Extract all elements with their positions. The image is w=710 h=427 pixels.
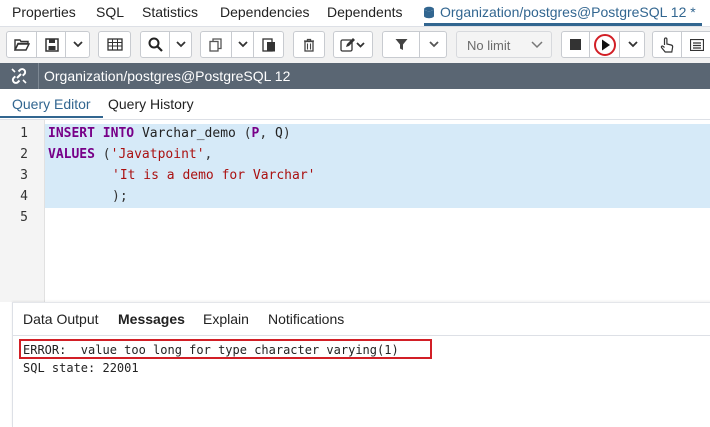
extra-button-group — [652, 31, 710, 58]
tab-dependencies[interactable]: Dependencies — [220, 4, 310, 20]
tab-query-editor[interactable]: Query Editor — [0, 96, 103, 118]
execute-button-group — [561, 31, 645, 58]
chevron-down-icon — [627, 41, 638, 48]
sql-keyword: INSERT — [48, 126, 95, 141]
sql-state-message: SQL state: 22001 — [23, 361, 139, 375]
sql-editor[interactable]: 1 2 3 4 5 INSERT INTO Varchar_demo (P, Q… — [0, 120, 710, 302]
stop-icon — [570, 39, 581, 50]
table-icon — [106, 38, 123, 51]
row-limit-select[interactable]: No limit — [456, 31, 552, 58]
connection-status-button[interactable] — [0, 63, 39, 89]
database-icon — [423, 6, 435, 22]
filter-dropdown-button[interactable] — [419, 32, 447, 57]
code-line-4: ); — [112, 189, 128, 204]
execute-dropdown-button[interactable] — [619, 32, 645, 57]
line-number: 4 — [20, 189, 28, 204]
explain-button[interactable] — [653, 32, 681, 57]
clipboard-button-group — [200, 31, 284, 58]
punctuation: , — [259, 126, 268, 141]
file-button-group — [6, 31, 90, 58]
copy-button[interactable] — [201, 32, 231, 57]
filter-button-group — [382, 31, 447, 58]
cancel-query-button[interactable] — [562, 32, 589, 57]
chevron-down-icon — [428, 41, 439, 48]
chevron-down-icon — [238, 41, 248, 48]
filter-icon — [395, 39, 407, 50]
save-dropdown-button[interactable] — [65, 32, 90, 57]
save-icon — [44, 37, 59, 52]
find-dropdown-button[interactable] — [169, 32, 192, 57]
tab-sql[interactable]: SQL — [96, 4, 124, 20]
tab-query-tool[interactable]: Organization/postgres@PostgreSQL 12 * — [424, 4, 702, 26]
punctuation: ( — [243, 126, 252, 141]
folder-open-icon — [13, 38, 30, 51]
filter-button[interactable] — [383, 32, 419, 57]
line-number: 3 — [20, 168, 28, 183]
connection-title[interactable]: Organization/postgres@PostgreSQL 12 — [44, 68, 290, 84]
edit-icon — [340, 37, 365, 52]
tab-properties[interactable]: Properties — [12, 4, 76, 20]
tab-explain[interactable]: Explain — [203, 311, 249, 327]
save-file-button[interactable] — [36, 32, 66, 57]
punctuation: , — [204, 147, 213, 162]
string-literal: 'It is a demo for Varchar' — [112, 168, 316, 183]
copy-icon — [209, 37, 222, 52]
code-line-2: VALUES ('Javatpoint', — [48, 147, 212, 162]
punctuation: ); — [112, 189, 128, 204]
tab-query-history[interactable]: Query History — [108, 96, 194, 112]
find-button-group — [140, 31, 192, 58]
table-name: Varchar_demo — [141, 126, 236, 141]
code-line-3: 'It is a demo for Varchar' — [112, 168, 316, 183]
commit-button[interactable] — [681, 32, 710, 57]
punctuation: ( — [102, 147, 111, 162]
paste-icon — [262, 38, 275, 52]
tab-data-output[interactable]: Data Output — [23, 311, 99, 327]
chevron-down-icon — [176, 41, 186, 48]
column-name: Q — [275, 126, 283, 141]
chevron-down-icon — [531, 41, 543, 49]
results-panel: Data Output Messages Explain Notificatio… — [12, 302, 710, 427]
play-icon — [594, 33, 616, 56]
line-number-gutter: 1 2 3 4 5 — [0, 120, 45, 302]
delete-row-button[interactable] — [294, 32, 324, 57]
trash-icon — [304, 38, 314, 52]
find-button[interactable] — [141, 32, 169, 57]
tab-messages[interactable]: Messages — [118, 311, 185, 327]
edit-button[interactable] — [334, 32, 372, 57]
string-literal: 'Javatpoint' — [110, 147, 205, 162]
code-line-1: INSERT INTO Varchar_demo (P, Q) — [48, 126, 291, 141]
punctuation: ) — [282, 126, 291, 141]
line-number: 1 — [20, 126, 28, 141]
chevron-down-icon — [73, 41, 83, 48]
sql-keyword: VALUES — [48, 147, 95, 162]
row-limit-value: No limit — [467, 38, 511, 53]
tab-query-tool-label: Organization/postgres@PostgreSQL 12 * — [440, 4, 696, 20]
edit-grid-button[interactable] — [99, 32, 130, 57]
query-toolbar: No limit — [0, 27, 710, 63]
results-tab-bar: Data Output Messages Explain Notificatio… — [13, 303, 710, 336]
editor-tab-bar: Query Editor Query History — [0, 89, 710, 120]
open-file-button[interactable] — [7, 32, 36, 57]
panel-tab-bar: Properties SQL Statistics Dependencies D… — [0, 0, 710, 27]
line-number: 5 — [20, 210, 28, 225]
connection-bar: Organization/postgres@PostgreSQL 12 — [0, 63, 710, 89]
execute-button[interactable] — [589, 32, 620, 57]
edit-grid-button-wrap — [98, 31, 131, 58]
paste-button[interactable] — [253, 32, 284, 57]
tab-dependents[interactable]: Dependents — [327, 4, 403, 20]
edit-button-wrap — [333, 31, 373, 58]
hand-pointer-icon — [660, 36, 674, 53]
line-number: 2 — [20, 147, 28, 162]
tab-notifications[interactable]: Notifications — [268, 311, 344, 327]
tab-statistics[interactable]: Statistics — [142, 4, 198, 20]
search-icon — [148, 37, 163, 52]
connection-link-icon — [11, 68, 27, 84]
delete-button-wrap — [293, 31, 325, 58]
list-icon — [690, 38, 704, 51]
sql-keyword: INTO — [102, 126, 135, 141]
error-message: ERROR: value too long for type character… — [23, 343, 399, 357]
copy-dropdown-button[interactable] — [231, 32, 254, 57]
